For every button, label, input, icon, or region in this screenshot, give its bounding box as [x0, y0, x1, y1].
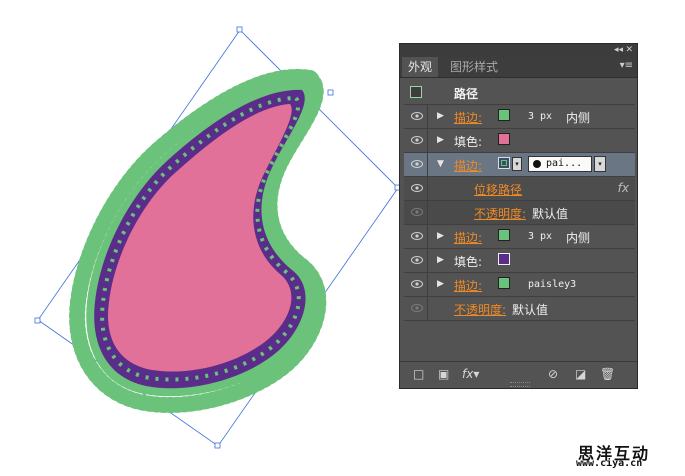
brush-dot-icon — [533, 160, 541, 168]
stroke-label[interactable]: 描边: — [454, 229, 482, 246]
eye-icon[interactable] — [411, 159, 423, 169]
list-item[interactable]: ▶ 填色: — [404, 249, 635, 273]
eye-icon[interactable] — [411, 303, 423, 313]
opacity-subrow[interactable]: 不透明度: 默认值 — [404, 201, 635, 225]
stroke-weight: 3 px — [528, 231, 553, 242]
expand-triangle-icon[interactable]: ▶ — [437, 135, 444, 145]
list-item[interactable]: ▶ 描边: paisley3 — [404, 273, 635, 297]
list-item[interactable]: ▶ 描边: 3 px 内侧 — [404, 225, 635, 249]
clear-icon[interactable]: ⊘ — [548, 367, 558, 381]
brush-dropdown-icon[interactable]: ▾ — [594, 156, 606, 172]
opacity-label[interactable]: 不透明度: — [474, 205, 526, 222]
eye-icon[interactable] — [411, 207, 423, 217]
stroke-weight: 3 px — [528, 111, 553, 122]
appearance-header-row: 路径 — [404, 81, 635, 105]
visibility-cell — [404, 177, 428, 200]
tab-appearance[interactable]: 外观 — [402, 57, 439, 77]
eye-icon[interactable] — [411, 135, 423, 145]
new-stroke-icon[interactable]: □ — [413, 367, 424, 381]
watermark-url: www.ciya.cn — [576, 458, 643, 469]
stroke-swatch[interactable] — [498, 229, 510, 241]
stroke-label[interactable]: 描边: — [454, 109, 482, 126]
close-icon[interactable]: ✕ — [625, 44, 633, 57]
opacity-value: 默认值 — [512, 303, 549, 317]
fill-label[interactable]: 填色: — [454, 133, 482, 150]
panel-bottom-toolbar: □ ▣ fx▾ ⊘ ◪ 🗑 — [400, 361, 637, 388]
stroke-swatch-picker[interactable] — [498, 157, 510, 169]
list-item-selected[interactable]: ▼ 描边: ▾ pai... ▾ — [404, 153, 635, 177]
stroke-label[interactable]: 描边: — [454, 157, 482, 174]
brush-name: paisley3 — [528, 279, 577, 290]
stroke-align: 内侧 — [566, 231, 591, 245]
expand-triangle-icon[interactable]: ▶ — [437, 255, 444, 265]
visibility-cell — [404, 105, 428, 128]
visibility-cell — [404, 249, 428, 272]
panel-titlebar: ◂◂ ✕ — [400, 44, 637, 57]
stroke-label[interactable]: 描边: — [454, 277, 482, 294]
list-item[interactable]: ▶ 描边: 3 px 内侧 — [404, 105, 635, 129]
fx-icon[interactable]: fx — [618, 181, 629, 195]
path-thumbnail-icon — [410, 86, 422, 98]
tab-graphic-styles[interactable]: 图形样式 — [444, 57, 504, 77]
eye-icon[interactable] — [411, 111, 423, 121]
fill-label[interactable]: 填色: — [454, 253, 482, 270]
collapse-triangle-icon[interactable]: ▼ — [437, 159, 444, 169]
eye-icon[interactable] — [411, 255, 423, 265]
brush-name: pai... — [546, 158, 583, 169]
visibility-cell — [404, 297, 428, 320]
visibility-cell — [404, 201, 428, 224]
visibility-cell — [404, 129, 428, 152]
expand-triangle-icon[interactable]: ▶ — [437, 231, 444, 241]
opacity-row[interactable]: 不透明度: 默认值 — [404, 297, 635, 321]
brush-selector[interactable]: pai... — [528, 156, 592, 172]
visibility-cell — [404, 273, 428, 296]
delete-icon[interactable]: 🗑 — [600, 367, 615, 381]
new-fill-icon[interactable]: ▣ — [438, 367, 449, 381]
stroke-swatch[interactable] — [498, 109, 510, 121]
offset-path-effect-link[interactable]: 位移路径 — [474, 181, 522, 198]
paisley-artwork[interactable] — [0, 0, 400, 476]
expand-triangle-icon[interactable]: ▶ — [437, 279, 444, 289]
resize-grip[interactable] — [510, 382, 530, 387]
expand-triangle-icon[interactable]: ▶ — [437, 111, 444, 121]
object-type-label: 路径 — [454, 87, 479, 101]
list-item[interactable]: ▶ 填色: — [404, 129, 635, 153]
collapse-icon[interactable]: ◂◂ — [614, 44, 623, 57]
panel-tabs: 外观 图形样式 ▾≡ — [400, 57, 637, 78]
opacity-value: 默认值 — [532, 207, 569, 221]
eye-icon[interactable] — [411, 183, 423, 193]
fill-swatch[interactable] — [498, 133, 510, 145]
visibility-cell — [404, 225, 428, 248]
opacity-label[interactable]: 不透明度: — [454, 301, 506, 318]
visibility-cell — [404, 153, 428, 176]
stroke-dropdown-icon[interactable]: ▾ — [512, 157, 522, 171]
fill-swatch[interactable] — [498, 253, 510, 265]
effect-row[interactable]: 位移路径 fx — [404, 177, 635, 201]
eye-icon[interactable] — [411, 231, 423, 241]
eye-icon[interactable] — [411, 279, 423, 289]
appearance-panel: ◂◂ ✕ 外观 图形样式 ▾≡ 路径 ▶ 描边: 3 px 内侧 ▶ 填色: ▼… — [399, 43, 638, 389]
fx-icon[interactable]: fx▾ — [462, 367, 479, 381]
panel-menu-icon[interactable]: ▾≡ — [620, 60, 633, 71]
stroke-swatch[interactable] — [498, 277, 510, 289]
duplicate-icon[interactable]: ◪ — [575, 367, 586, 381]
stroke-align: 内侧 — [566, 111, 591, 125]
